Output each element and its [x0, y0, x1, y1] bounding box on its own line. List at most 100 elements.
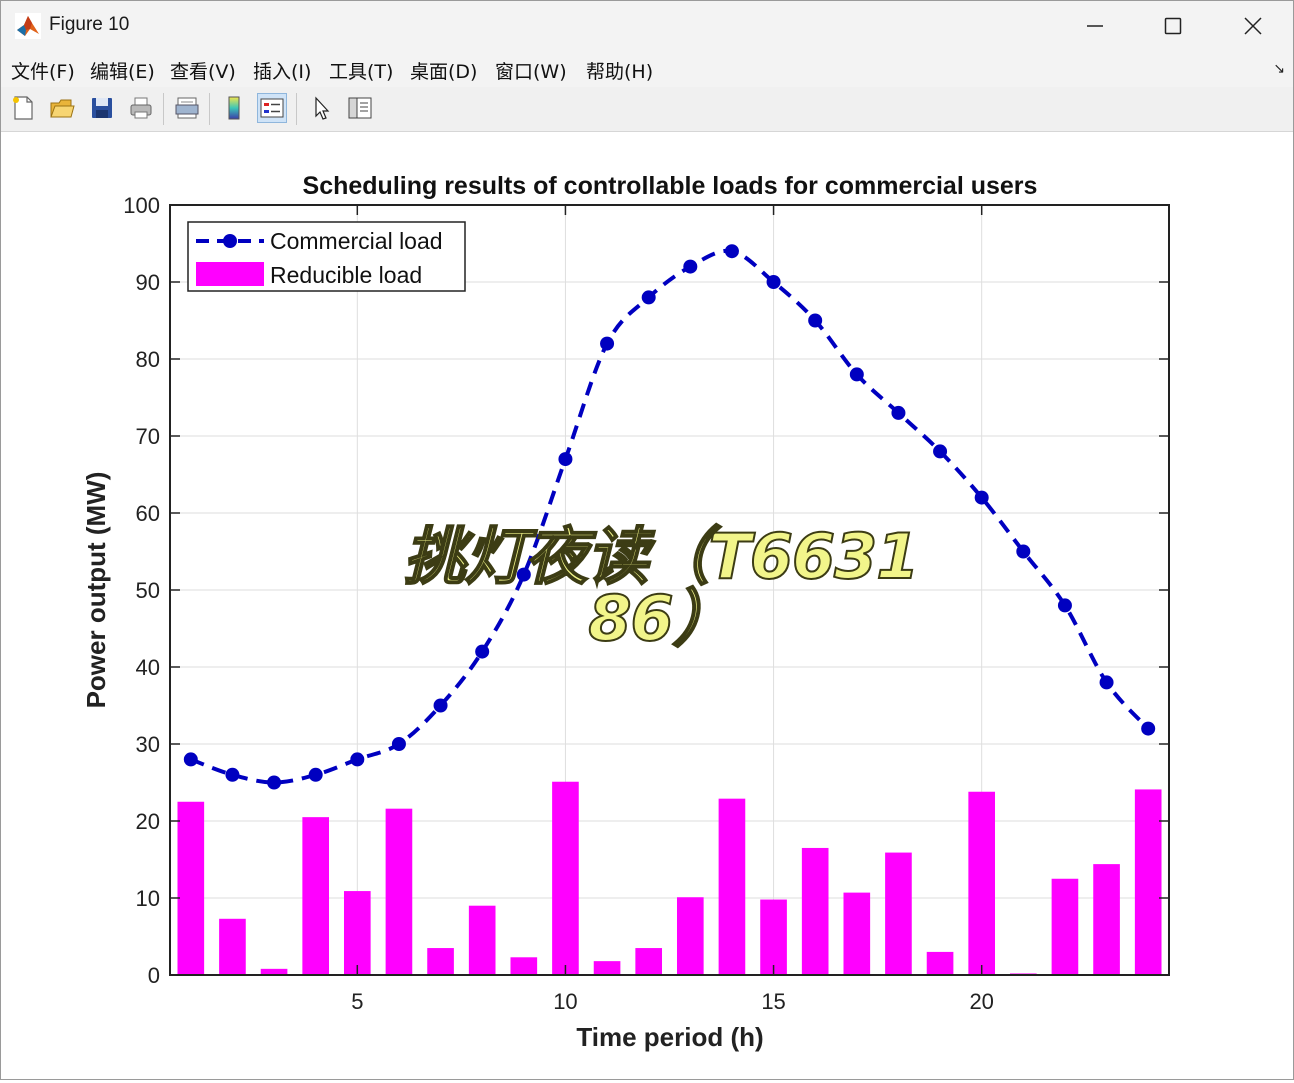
legend-label-commercial: Commercial load — [270, 228, 443, 254]
x-tick-label: 10 — [553, 989, 577, 1014]
data-point-commercial-load — [1099, 675, 1114, 690]
figure-window: Figure 10 文件(F) 编辑(E) 查看(V) 插入(I) 工具(T) … — [0, 0, 1294, 1080]
menu-view[interactable]: 查看(V) — [170, 57, 236, 84]
data-point-commercial-load — [600, 336, 615, 351]
save-icon — [92, 98, 112, 118]
legend-dot-swatch — [223, 234, 237, 248]
menu-desktop[interactable]: 桌面(D) — [410, 57, 477, 84]
menu-window[interactable]: 窗口(W) — [495, 57, 567, 84]
toolbar-separator — [163, 93, 164, 125]
data-point-commercial-load — [641, 290, 656, 305]
bar-reducible-load — [760, 899, 787, 975]
bar-reducible-load — [801, 847, 829, 975]
print-preview-button[interactable] — [172, 93, 202, 123]
toolbar — [1, 87, 1293, 132]
data-point-commercial-load — [849, 367, 864, 382]
bar-reducible-load — [593, 961, 621, 975]
y-tick-label: 100 — [123, 193, 160, 218]
pointer-button[interactable] — [306, 93, 336, 123]
bar-reducible-load — [427, 948, 454, 975]
bar-reducible-load — [468, 905, 496, 975]
bar-reducible-load — [885, 852, 912, 975]
bar-reducible-load — [302, 817, 330, 975]
bar-reducible-load — [177, 801, 205, 975]
pointer-icon — [315, 96, 330, 120]
data-point-commercial-load — [724, 244, 739, 259]
y-tick-label: 50 — [136, 578, 160, 603]
legend-label-reducible: Reducible load — [270, 262, 422, 288]
new-figure-icon — [13, 96, 33, 120]
bar-reducible-load — [968, 791, 996, 975]
bar-reducible-load — [1134, 789, 1162, 975]
menu-file[interactable]: 文件(F) — [11, 57, 75, 84]
close-icon — [1244, 17, 1262, 35]
matlab-logo-icon — [15, 13, 41, 39]
data-point-commercial-load — [391, 737, 406, 751]
toolbar-separator — [296, 93, 297, 125]
data-point-commercial-load — [225, 767, 240, 782]
data-point-commercial-load — [308, 767, 323, 782]
open-file-icon — [50, 99, 75, 118]
maximize-icon — [1164, 17, 1182, 35]
minimize-button[interactable] — [1055, 1, 1135, 51]
x-tick-label: 5 — [351, 989, 363, 1014]
data-point-commercial-load — [1057, 598, 1072, 613]
print-button[interactable] — [126, 93, 156, 123]
y-tick-label: 40 — [136, 655, 160, 680]
bar-reducible-load — [219, 918, 246, 975]
x-axis-label: Time period (h) — [576, 1022, 763, 1052]
print-preview-icon — [175, 97, 199, 119]
bar-reducible-load — [1051, 878, 1079, 975]
y-tick-label: 20 — [136, 809, 160, 834]
menu-tools[interactable]: 工具(T) — [329, 57, 393, 84]
x-tick-label: 15 — [761, 989, 785, 1014]
title-bar[interactable]: Figure 10 — [1, 1, 1293, 51]
data-point-commercial-load — [267, 775, 282, 790]
menu-insert[interactable]: 插入(I) — [253, 57, 311, 84]
legend-icon — [260, 98, 284, 118]
legend[interactable]: Commercial load Reducible load — [187, 221, 466, 292]
watermark-line-2: 86） — [587, 582, 735, 655]
window-title: Figure 10 — [49, 14, 130, 35]
data-point-commercial-load — [1141, 721, 1156, 736]
chart-title: Scheduling results of controllable loads… — [303, 172, 1038, 200]
menu-help[interactable]: 帮助(H) — [586, 57, 653, 84]
data-point-commercial-load — [183, 752, 198, 767]
bar-reducible-load — [676, 897, 704, 975]
bar-reducible-load — [718, 798, 746, 975]
bar-reducible-load — [926, 951, 954, 975]
close-button[interactable] — [1213, 1, 1293, 51]
legend-bar-swatch — [196, 262, 264, 286]
colorbar-icon — [228, 96, 240, 120]
data-point-commercial-load — [350, 752, 365, 767]
bar-reducible-load — [1093, 864, 1120, 975]
colorbar-button[interactable] — [219, 93, 249, 123]
y-tick-label: 30 — [136, 732, 160, 757]
y-tick-label: 0 — [148, 963, 160, 988]
property-editor-button[interactable] — [345, 93, 375, 123]
data-point-commercial-load — [683, 259, 698, 274]
menu-edit[interactable]: 编辑(E) — [90, 57, 155, 84]
save-button[interactable] — [87, 93, 117, 123]
bar-reducible-load — [552, 781, 579, 975]
dock-arrow-icon[interactable]: ↘ — [1273, 61, 1285, 77]
property-editor-icon — [348, 97, 372, 119]
watermark-text: 挑灯夜读（T6631 86） — [381, 525, 941, 655]
x-tick-label: 20 — [969, 989, 993, 1014]
data-point-commercial-load — [1016, 544, 1031, 559]
legend-button[interactable] — [257, 93, 287, 123]
open-file-button[interactable] — [47, 93, 77, 123]
new-figure-button[interactable] — [8, 93, 38, 123]
data-point-commercial-load — [808, 313, 823, 328]
y-tick-label: 10 — [136, 886, 160, 911]
figure-canvas: 0 10 20 30 40 50 60 70 80 90 100 5 10 15 20 Scheduling… — [1, 132, 1293, 1079]
maximize-button[interactable] — [1133, 1, 1213, 51]
print-icon — [130, 97, 152, 119]
data-point-commercial-load — [558, 452, 573, 467]
toolbar-separator — [209, 93, 210, 125]
y-tick-label: 80 — [136, 347, 160, 372]
bar-reducible-load — [510, 957, 538, 975]
y-tick-label: 70 — [136, 424, 160, 449]
minimize-icon — [1087, 25, 1103, 27]
y-tick-label: 90 — [136, 270, 160, 295]
